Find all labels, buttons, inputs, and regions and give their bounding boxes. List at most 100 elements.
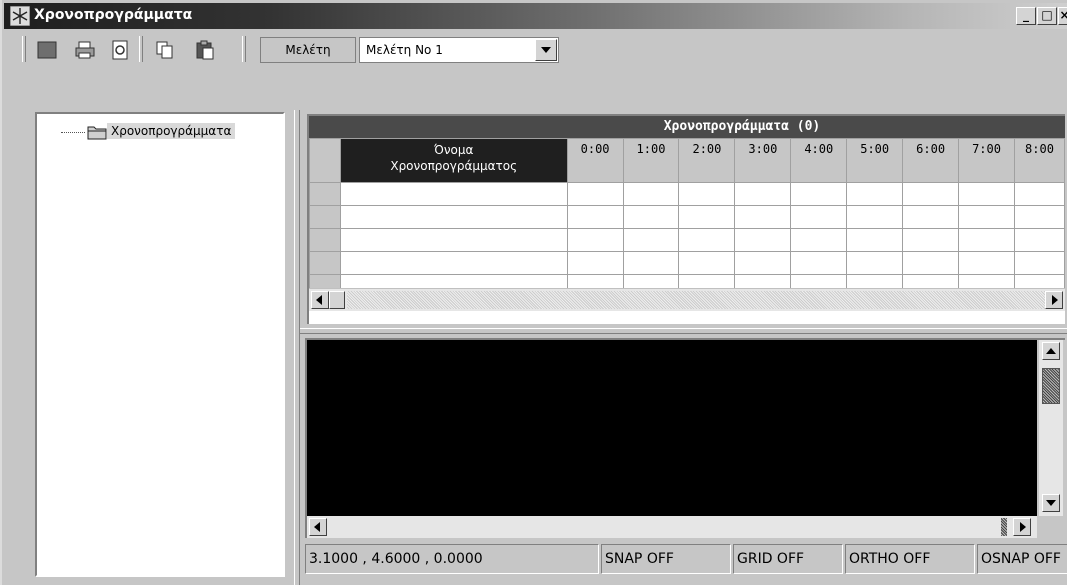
chevron-down-icon[interactable]: [535, 39, 557, 61]
column-header-hour[interactable]: 5:00: [846, 138, 904, 183]
study-select[interactable]: Μελέτη Νο 1: [359, 37, 559, 63]
grid-title: Χρονοπρογράμματα (0): [309, 116, 1065, 138]
save-icon[interactable]: [36, 39, 58, 61]
column-header-hour[interactable]: 6:00: [902, 138, 960, 183]
grid-cell[interactable]: [846, 182, 904, 206]
column-header-hour[interactable]: 1:00: [622, 138, 680, 183]
grid-cell[interactable]: [622, 205, 680, 229]
copy-icon[interactable]: [154, 39, 176, 61]
grid-cell[interactable]: [678, 205, 736, 229]
scroll-up-icon[interactable]: [1042, 342, 1060, 360]
scroll-left-icon[interactable]: [311, 291, 329, 309]
scroll-right-icon[interactable]: [1045, 291, 1063, 309]
grid-cell[interactable]: [1014, 182, 1065, 206]
table-row[interactable]: [309, 205, 1065, 229]
grid-cell[interactable]: [339, 251, 568, 275]
grid-cell[interactable]: [902, 205, 960, 229]
table-row[interactable]: [309, 251, 1065, 275]
tree-item-schedules[interactable]: Χρονοπρογράμματα: [107, 123, 236, 139]
grid-horizontal-scrollbar[interactable]: [309, 288, 1065, 311]
grid-cell[interactable]: [734, 251, 792, 275]
grid-cell[interactable]: [566, 205, 624, 229]
grid-cell[interactable]: [958, 251, 1015, 275]
viewport-horizontal-scrollbar[interactable]: [307, 516, 1037, 538]
grid-cell[interactable]: [678, 228, 736, 252]
grid-cell[interactable]: [566, 228, 624, 252]
scroll-left-icon[interactable]: [309, 518, 327, 536]
grid-cell[interactable]: [734, 205, 792, 229]
viewport-vertical-scrollbar[interactable]: [1039, 340, 1063, 516]
grid-cell[interactable]: [902, 228, 960, 252]
status-ortho[interactable]: ORTHO OFF: [845, 544, 975, 574]
grid-cell[interactable]: [339, 182, 568, 206]
window-title: Χρονοπρογράμματα: [34, 7, 193, 23]
status-coordinates: 3.1000 , 4.6000 , 0.0000: [305, 544, 599, 574]
grid-cell[interactable]: [678, 182, 736, 206]
status-osnap[interactable]: OSNAP OFF: [977, 544, 1067, 574]
grid-cell[interactable]: [790, 182, 848, 206]
grid-cell[interactable]: [734, 228, 792, 252]
grid-cell[interactable]: [846, 228, 904, 252]
grid-cell[interactable]: [958, 205, 1015, 229]
tree-panel[interactable]: Χρονοπρογράμματα: [35, 112, 285, 577]
schedule-table: Όνομα Χρονοπρογράμματος 0:00 1:00 2:00 3…: [309, 138, 1065, 298]
maximize-button[interactable]: □: [1037, 7, 1057, 25]
scroll-down-icon[interactable]: [1042, 494, 1060, 512]
column-header-name[interactable]: Όνομα Χρονοπρογράμματος: [339, 138, 568, 183]
row-header[interactable]: [309, 205, 341, 229]
column-header-hour[interactable]: 4:00: [790, 138, 848, 183]
grid-cell[interactable]: [846, 251, 904, 275]
grid-cell[interactable]: [958, 228, 1015, 252]
grid-cell[interactable]: [734, 182, 792, 206]
viewport-hscroll-thumb[interactable]: [1001, 518, 1007, 536]
horizontal-splitter[interactable]: [300, 328, 1067, 334]
grid-cell[interactable]: [339, 205, 568, 229]
column-header-hour[interactable]: 3:00: [734, 138, 792, 183]
grid-cell[interactable]: [902, 251, 960, 275]
grid-cell[interactable]: [566, 182, 624, 206]
status-grid[interactable]: GRID OFF: [733, 544, 843, 574]
status-snap[interactable]: SNAP OFF: [601, 544, 731, 574]
toolbar-grip[interactable]: [22, 36, 26, 62]
drawing-canvas[interactable]: [307, 340, 1037, 516]
column-header-hour[interactable]: 8:00: [1014, 138, 1065, 183]
title-bar[interactable]: Χρονοπρογράμματα _ □ ×: [4, 3, 1067, 29]
grid-cell[interactable]: [622, 228, 680, 252]
close-button[interactable]: ×: [1058, 7, 1067, 25]
study-button[interactable]: Μελέτη: [260, 37, 356, 63]
grid-cell[interactable]: [622, 251, 680, 275]
status-bar: 3.1000 , 4.6000 , 0.0000 SNAP OFF GRID O…: [305, 542, 1067, 576]
paste-icon[interactable]: [194, 39, 216, 61]
print-icon[interactable]: [74, 39, 96, 61]
grid-cell[interactable]: [566, 251, 624, 275]
row-header[interactable]: [309, 182, 341, 206]
grid-cell[interactable]: [790, 205, 848, 229]
grid-cell[interactable]: [958, 182, 1015, 206]
grid-cell[interactable]: [678, 251, 736, 275]
vertical-splitter[interactable]: [294, 110, 300, 585]
table-row[interactable]: [309, 182, 1065, 206]
grid-cell[interactable]: [339, 228, 568, 252]
table-row[interactable]: [309, 228, 1065, 252]
grid-cell[interactable]: [790, 228, 848, 252]
grid-scroll-thumb[interactable]: [329, 291, 345, 309]
viewport-vscroll-thumb[interactable]: [1042, 368, 1060, 404]
grid-cell[interactable]: [1014, 228, 1065, 252]
grid-cell[interactable]: [902, 182, 960, 206]
corner-cell[interactable]: [309, 138, 341, 183]
grid-cell[interactable]: [846, 205, 904, 229]
column-header-hour[interactable]: 0:00: [566, 138, 624, 183]
row-header[interactable]: [309, 228, 341, 252]
grid-cell[interactable]: [622, 182, 680, 206]
scroll-right-icon[interactable]: [1013, 518, 1031, 536]
column-header-hour[interactable]: 2:00: [678, 138, 736, 183]
grid-cell[interactable]: [1014, 205, 1065, 229]
column-header-hour[interactable]: 7:00: [958, 138, 1015, 183]
row-header[interactable]: [309, 251, 341, 275]
minimize-button[interactable]: _: [1016, 7, 1036, 25]
grid-cell[interactable]: [1014, 251, 1065, 275]
tree-connector: [61, 132, 85, 133]
preview-icon[interactable]: [109, 39, 131, 61]
grid-scroll-track[interactable]: [347, 291, 1045, 309]
grid-cell[interactable]: [790, 251, 848, 275]
